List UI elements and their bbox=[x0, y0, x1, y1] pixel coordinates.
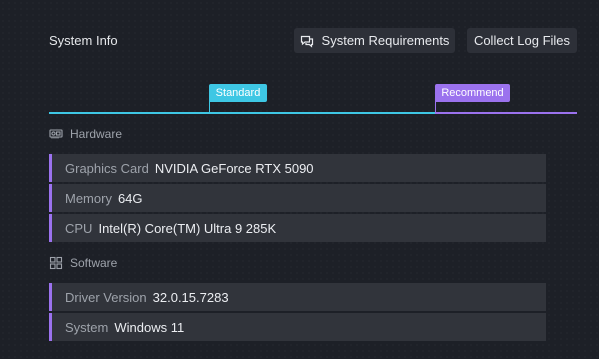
row-value: 64G bbox=[117, 190, 143, 206]
row-value: Windows 11 bbox=[114, 319, 185, 335]
row-label: Driver Version bbox=[65, 289, 147, 305]
page-title: System Info bbox=[49, 33, 118, 48]
hardware-row-graphics-card: Graphics Card NVIDIA GeForce RTX 5090 bbox=[49, 154, 546, 182]
hardware-row-memory: Memory 64G bbox=[49, 184, 546, 212]
gpu-card-icon bbox=[49, 127, 63, 141]
tier-line-standard bbox=[49, 112, 435, 114]
collect-log-files-button[interactable]: Collect Log Files bbox=[467, 28, 577, 53]
system-requirements-label: System Requirements bbox=[321, 33, 450, 48]
hardware-section-header: Hardware bbox=[49, 127, 122, 141]
row-label: Graphics Card bbox=[65, 160, 149, 176]
windows-icon bbox=[49, 256, 63, 270]
software-row-driver-version: Driver Version 32.0.15.7283 bbox=[49, 283, 546, 311]
software-section-header: Software bbox=[49, 256, 117, 270]
row-value: Intel(R) Core(TM) Ultra 9 285K bbox=[98, 220, 277, 236]
recommend-marker bbox=[435, 102, 436, 112]
row-value: NVIDIA GeForce RTX 5090 bbox=[154, 160, 314, 176]
hardware-section-title: Hardware bbox=[70, 127, 123, 141]
collect-log-files-label: Collect Log Files bbox=[473, 33, 571, 48]
chat-bubbles-icon bbox=[300, 34, 314, 48]
standard-marker bbox=[209, 102, 210, 112]
software-row-system: System Windows 11 bbox=[49, 313, 546, 341]
recommend-tag: Recommend bbox=[435, 84, 510, 102]
row-label: System bbox=[65, 319, 109, 335]
row-value: 32.0.15.7283 bbox=[152, 289, 229, 305]
row-label: Memory bbox=[65, 190, 112, 206]
tier-line-recommend bbox=[435, 112, 577, 114]
standard-tag: Standard bbox=[209, 84, 267, 102]
row-label: CPU bbox=[65, 220, 93, 236]
software-section-title: Software bbox=[70, 256, 118, 270]
hardware-row-cpu: CPU Intel(R) Core(TM) Ultra 9 285K bbox=[49, 214, 546, 242]
system-requirements-button[interactable]: System Requirements bbox=[294, 28, 455, 53]
